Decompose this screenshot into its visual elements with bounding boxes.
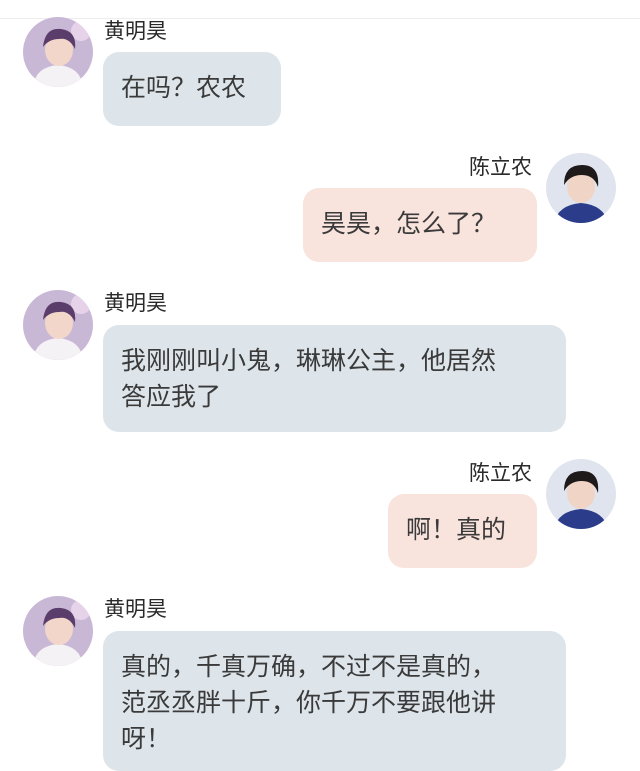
message-bubble: 真的，千真万确，不过不是真的， 范丞丞胖十斤，你千万不要跟他讲 呀！ xyxy=(103,631,566,771)
message-line: 啊！真的 xyxy=(406,515,507,544)
message-line: 范丞丞胖十斤，你千万不要跟他讲 xyxy=(121,688,497,717)
sender-name: 陈立农 xyxy=(469,461,532,485)
avatar-huang-minghao-icon[interactable] xyxy=(23,596,93,666)
avatar-chen-linong-icon[interactable] xyxy=(546,153,616,223)
message-line: 真的，千真万确，不过不是真的， xyxy=(121,652,497,681)
avatar-huang-minghao-icon[interactable] xyxy=(23,290,93,360)
message-line: 呀！ xyxy=(121,724,172,753)
message-line: 我刚刚叫小鬼，琳琳公主，他居然 xyxy=(121,346,497,375)
message-line: 在吗？农农 xyxy=(121,73,247,102)
message-bubble: 啊！真的 xyxy=(388,494,537,568)
avatar-chen-linong-icon[interactable] xyxy=(546,459,616,529)
message-bubble: 昊昊，怎么了？ xyxy=(303,188,537,262)
message-line: 答应我了 xyxy=(121,382,222,411)
message-bubble: 我刚刚叫小鬼，琳琳公主，他居然 答应我了 xyxy=(103,325,566,432)
sender-name: 黄明昊 xyxy=(104,597,167,621)
top-divider xyxy=(0,18,640,19)
sender-name: 黄明昊 xyxy=(104,19,167,43)
sender-name: 陈立农 xyxy=(469,155,532,179)
sender-name: 黄明昊 xyxy=(104,291,167,315)
message-line: 昊昊，怎么了？ xyxy=(321,209,497,238)
message-bubble: 在吗？农农 xyxy=(103,52,281,126)
avatar-huang-minghao-icon[interactable] xyxy=(23,17,93,87)
